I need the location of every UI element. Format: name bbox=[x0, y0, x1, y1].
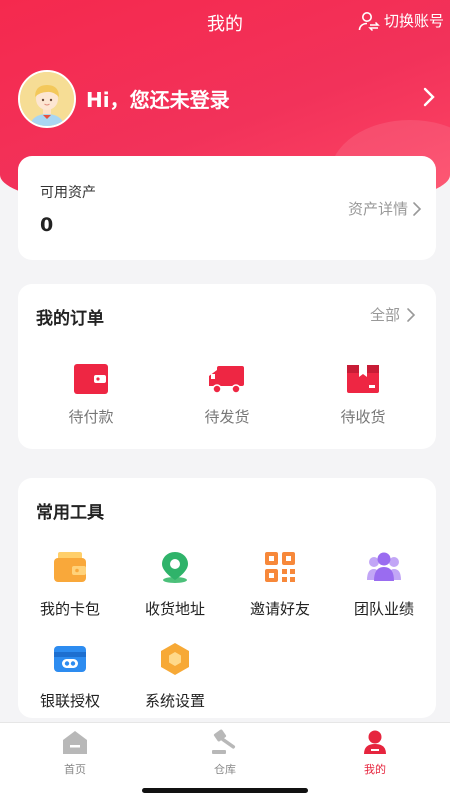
tool-unionpay-authorization-label: 银联授权 bbox=[39, 692, 100, 710]
switch-user-icon bbox=[358, 11, 380, 31]
avatar[interactable] bbox=[18, 70, 76, 128]
tab-home[interactable]: 首页 bbox=[0, 729, 150, 777]
tab-mine[interactable]: 我的 bbox=[300, 729, 450, 777]
orders-card: 我的订单 全部 待付款 待发货 待收货 bbox=[18, 284, 436, 449]
order-pending-shipment-label: 待发货 bbox=[204, 408, 250, 426]
home-indicator bbox=[142, 788, 308, 793]
order-pending-receipt[interactable]: 待收货 bbox=[303, 362, 423, 427]
tool-team-performance-label: 团队业绩 bbox=[353, 600, 414, 618]
tab-home-label: 首页 bbox=[64, 763, 86, 776]
orders-title: 我的订单 bbox=[36, 309, 104, 329]
box-icon bbox=[347, 365, 379, 393]
tab-warehouse[interactable]: 仓库 bbox=[150, 729, 300, 777]
team-icon bbox=[367, 552, 401, 581]
tool-shipping-address-label: 收货地址 bbox=[144, 600, 205, 618]
qr-code-icon bbox=[265, 552, 295, 582]
card-wallet-icon bbox=[54, 552, 86, 582]
assets-detail-link[interactable]: 资产详情 bbox=[348, 198, 422, 219]
order-pending-shipment[interactable]: 待发货 bbox=[167, 362, 287, 427]
orders-all-link[interactable]: 全部 bbox=[370, 304, 416, 325]
assets-value: 0 bbox=[40, 214, 54, 236]
assets-label: 可用资产 bbox=[40, 185, 96, 201]
bank-card-icon bbox=[54, 646, 86, 672]
assets-detail-label: 资产详情 bbox=[347, 200, 408, 218]
tool-system-settings[interactable]: 系统设置 bbox=[123, 642, 227, 711]
switch-account-label: 切换账号 bbox=[383, 12, 444, 30]
location-pin-icon bbox=[162, 552, 188, 583]
tool-unionpay-authorization[interactable]: 银联授权 bbox=[18, 642, 122, 711]
order-pending-receipt-label: 待收货 bbox=[340, 408, 386, 426]
order-pending-payment[interactable]: 待付款 bbox=[31, 362, 151, 427]
chevron-right-icon bbox=[407, 307, 416, 322]
auction-hammer-icon bbox=[212, 729, 236, 754]
tools-card: 常用工具 我的卡包 收货地址 邀请好友 团队业绩 银联授权 系统设置 bbox=[18, 478, 436, 718]
chevron-right-icon[interactable] bbox=[422, 86, 436, 108]
tool-system-settings-label: 系统设置 bbox=[144, 692, 205, 710]
tool-invite-friends-label: 邀请好友 bbox=[249, 600, 310, 618]
assets-card: 可用资产 0 资产详情 bbox=[18, 156, 436, 260]
tab-mine-label: 我的 bbox=[364, 763, 386, 776]
tool-invite-friends[interactable]: 邀请好友 bbox=[228, 550, 332, 619]
profile-icon bbox=[364, 730, 386, 754]
wallet-icon bbox=[74, 364, 108, 394]
order-pending-payment-label: 待付款 bbox=[68, 408, 114, 426]
switch-account-button[interactable]: 切换账号 bbox=[358, 10, 444, 31]
default-avatar-icon bbox=[20, 72, 74, 126]
home-icon bbox=[63, 731, 87, 754]
truck-icon bbox=[209, 366, 244, 394]
tools-title: 常用工具 bbox=[36, 503, 104, 523]
chevron-right-icon bbox=[413, 201, 422, 216]
orders-all-label: 全部 bbox=[369, 306, 400, 324]
tool-card-wallet[interactable]: 我的卡包 bbox=[18, 550, 122, 619]
tool-card-wallet-label: 我的卡包 bbox=[39, 600, 100, 618]
tool-shipping-address[interactable]: 收货地址 bbox=[123, 550, 227, 619]
tool-team-performance[interactable]: 团队业绩 bbox=[332, 550, 436, 619]
tab-warehouse-label: 仓库 bbox=[214, 763, 236, 776]
settings-hexagon-icon bbox=[161, 643, 189, 675]
login-prompt[interactable]: Hi，您还未登录 bbox=[86, 84, 230, 113]
